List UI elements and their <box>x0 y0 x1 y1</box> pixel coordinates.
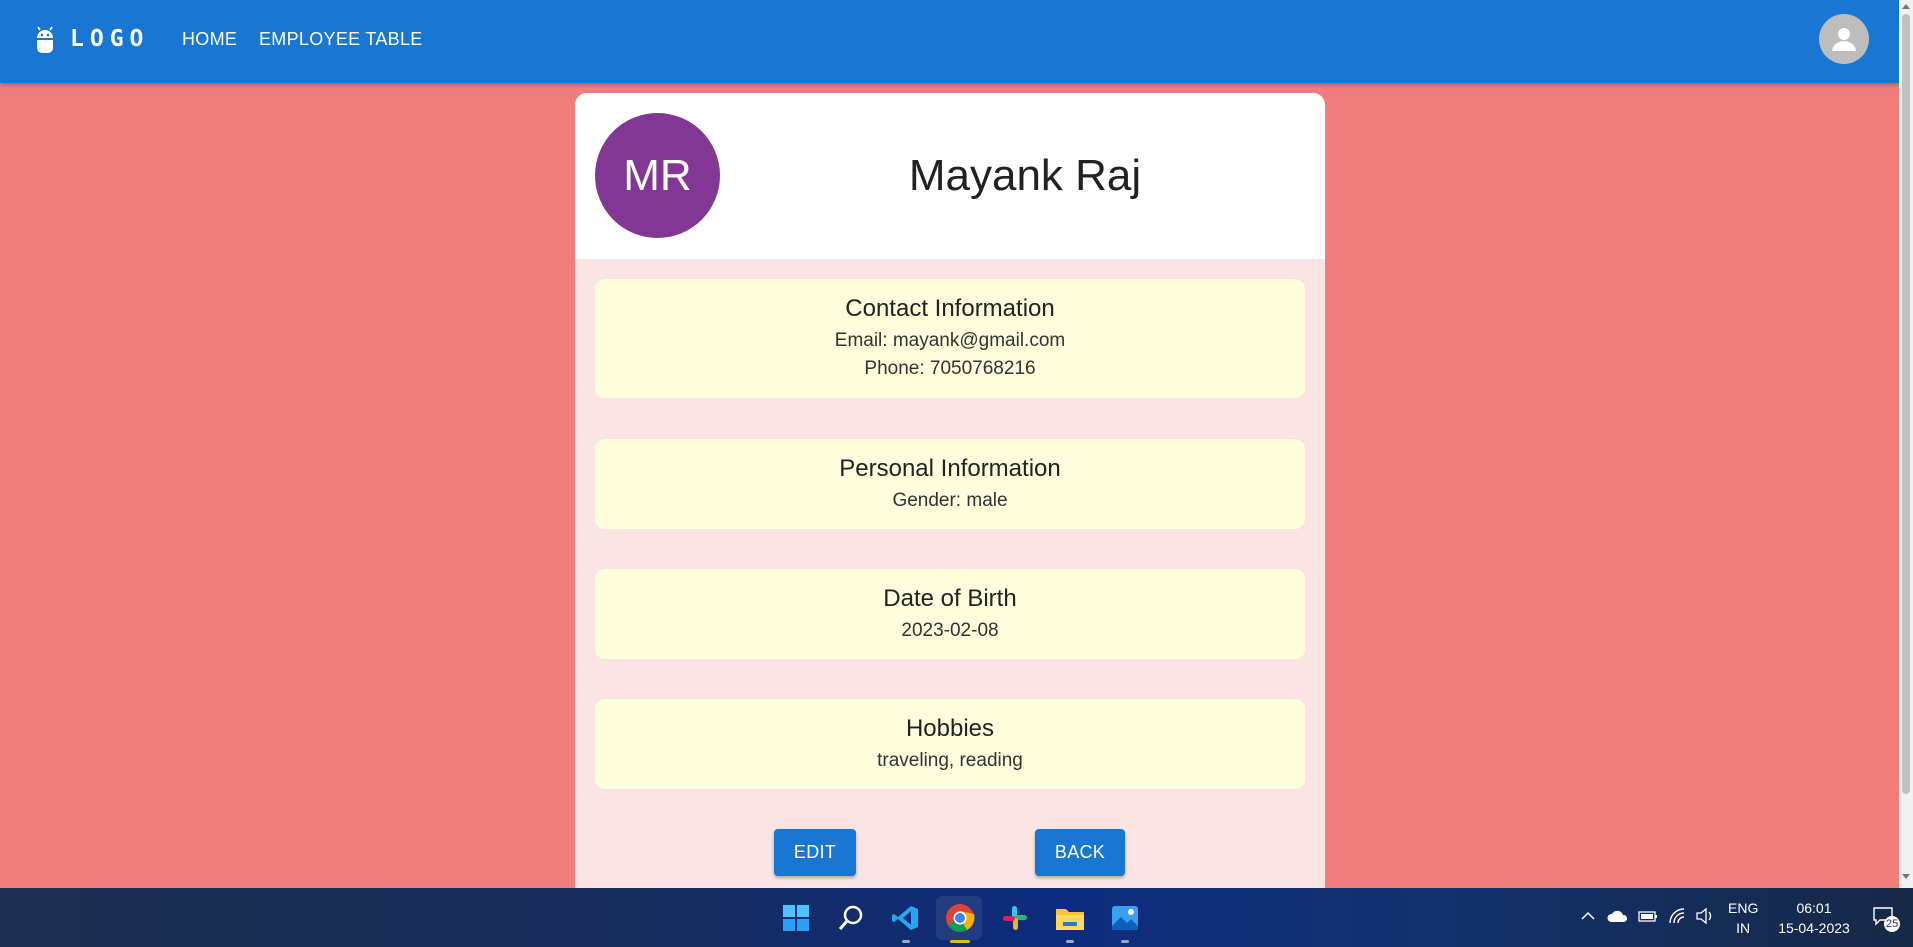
section-title: Contact Information <box>845 295 1055 322</box>
search-icon[interactable] <box>836 903 866 933</box>
date-of-birth-section: Date of Birth 2023-02-08 <box>595 569 1305 659</box>
email-text: Email: mayank@gmail.com <box>834 330 1066 351</box>
account-button[interactable] <box>1819 14 1869 64</box>
personal-information-section: Personal Information Gender: male <box>595 439 1305 529</box>
nav-home[interactable]: HOME <box>182 29 237 50</box>
section-title: Date of Birth <box>883 585 1017 612</box>
edit-button[interactable]: EDIT <box>774 829 856 876</box>
section-title: Hobbies <box>905 715 995 742</box>
scroll-down-arrow-icon[interactable] <box>1902 874 1910 879</box>
file-explorer-icon[interactable] <box>1055 903 1085 933</box>
notification-center-icon[interactable]: 25 <box>1872 906 1901 932</box>
volume-icon[interactable] <box>1695 907 1715 928</box>
hobbies-text: traveling, reading <box>877 750 1023 771</box>
show-hidden-icons-icon[interactable] <box>1580 908 1596 927</box>
employee-name: Mayank Raj <box>908 151 1142 200</box>
photos-running-indicator <box>1121 940 1129 943</box>
account-circle-icon <box>1832 28 1856 51</box>
language-text: ENG <box>1728 900 1759 916</box>
page-scrollbar[interactable] <box>1899 0 1913 888</box>
windows-start-icon[interactable] <box>781 903 811 933</box>
profile-header: MR Mayank Raj <box>575 93 1325 259</box>
region-text: IN <box>1736 920 1751 936</box>
contact-information-section: Contact Information Email: mayank@gmail.… <box>595 279 1305 398</box>
back-button[interactable]: BACK <box>1035 829 1125 876</box>
explorer-running-indicator <box>1066 940 1074 943</box>
clock-time: 06:01 <box>1796 900 1832 916</box>
language-indicator[interactable]: ENG IN <box>1728 898 1758 938</box>
taskbar: ENG IN 06:01 15-04-2023 25 <box>0 888 1913 947</box>
hobbies-section: Hobbies traveling, reading <box>595 699 1305 789</box>
section-title: Personal Information <box>839 455 1061 482</box>
vscode-icon[interactable] <box>890 903 920 933</box>
notification-count-badge: 25 <box>1884 916 1901 932</box>
photos-icon[interactable] <box>1110 903 1140 933</box>
nav-employee-table[interactable]: EMPLOYEE TABLE <box>259 29 423 50</box>
profile-avatar: MR <box>595 113 720 238</box>
battery-icon[interactable] <box>1638 908 1658 927</box>
chrome-running-indicator <box>950 940 970 943</box>
slack-icon[interactable] <box>1000 903 1030 933</box>
clock[interactable]: 06:01 15-04-2023 <box>1774 898 1854 938</box>
app-bar: LOGO HOME EMPLOYEE TABLE <box>0 0 1899 83</box>
employee-profile-card: MR Mayank Raj Contact Information Email:… <box>575 93 1325 893</box>
onedrive-icon[interactable] <box>1607 908 1629 927</box>
vscode-running-indicator <box>902 940 910 943</box>
chrome-icon[interactable] <box>945 903 975 933</box>
android-logo-icon <box>36 26 54 53</box>
logo-text[interactable]: LOGO <box>70 26 149 52</box>
phone-text: Phone: 7050768216 <box>864 358 1036 379</box>
gender-text: Gender: male <box>892 490 1008 511</box>
scroll-up-arrow-icon[interactable] <box>1902 4 1910 9</box>
scrollbar-thumb[interactable] <box>1902 14 1910 794</box>
dob-text: 2023-02-08 <box>901 620 999 641</box>
wifi-icon[interactable] <box>1668 907 1686 928</box>
clock-date: 15-04-2023 <box>1778 920 1850 936</box>
